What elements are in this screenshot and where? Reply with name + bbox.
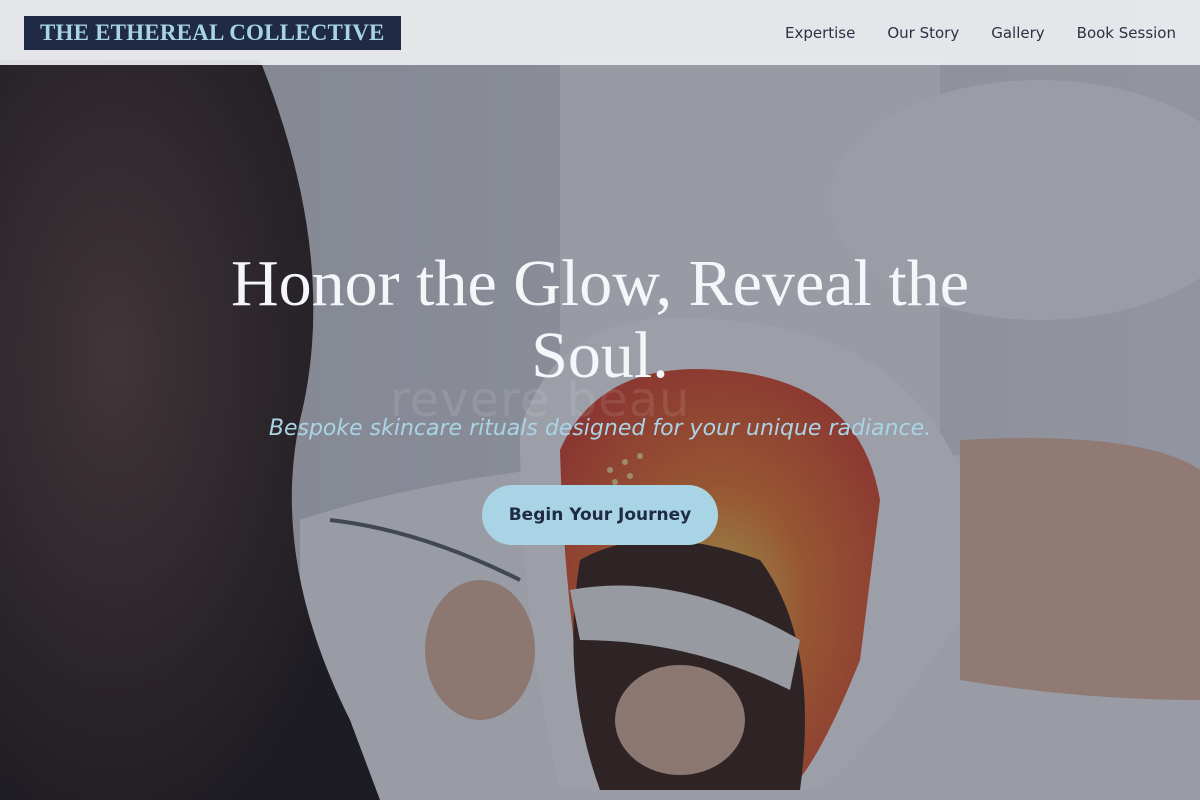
hero-content: Honor the Glow, Reveal the Soul. Bespoke…	[0, 248, 1200, 545]
nav-link-expertise[interactable]: Expertise	[785, 24, 855, 42]
begin-journey-button[interactable]: Begin Your Journey	[482, 485, 718, 545]
nav-link-gallery[interactable]: Gallery	[991, 24, 1044, 42]
nav-link-book-session[interactable]: Book Session	[1077, 24, 1176, 42]
hero-title: Honor the Glow, Reveal the Soul.	[230, 247, 970, 392]
site-logo[interactable]: THE ETHEREAL COLLECTIVE	[24, 15, 401, 50]
hero-subtitle: Bespoke skincare rituals designed for yo…	[268, 416, 932, 441]
nav-link-our-story[interactable]: Our Story	[887, 24, 959, 42]
nav-links: Expertise Our Story Gallery Book Session	[785, 24, 1176, 42]
navbar: THE ETHEREAL COLLECTIVE Expertise Our St…	[0, 0, 1200, 65]
